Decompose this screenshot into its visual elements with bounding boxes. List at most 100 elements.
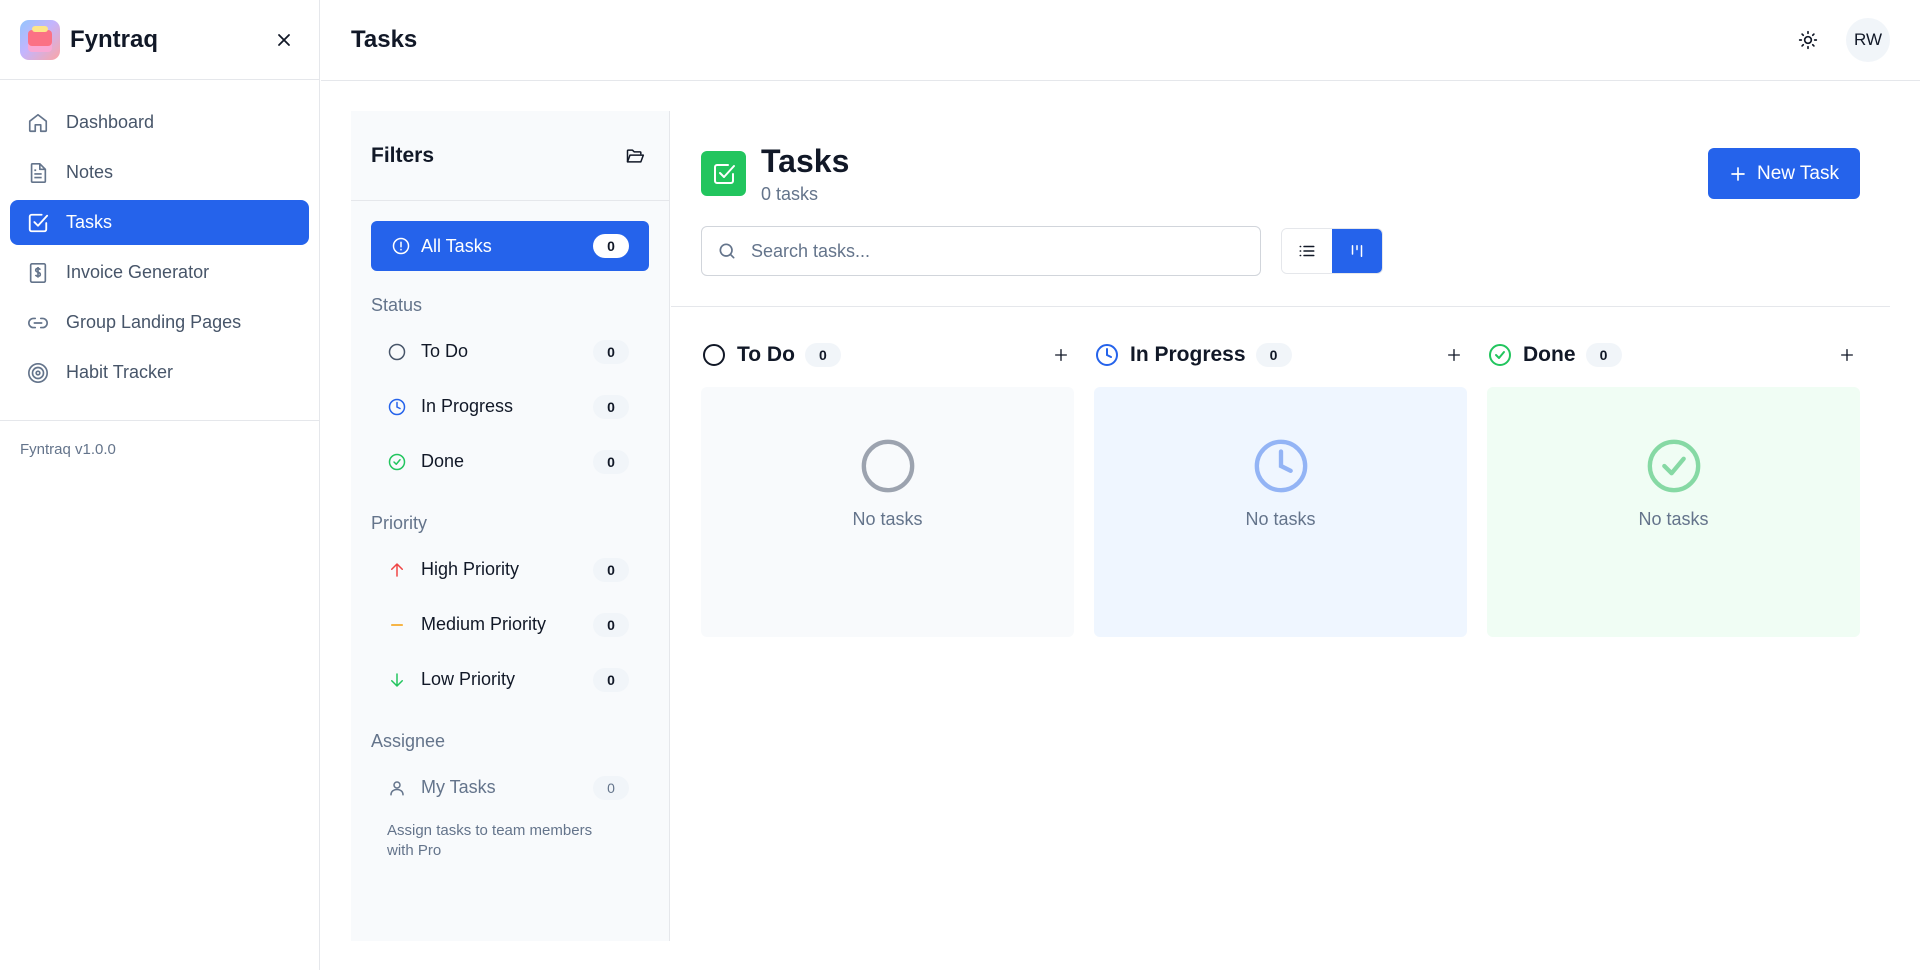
filter-count: 0: [593, 667, 629, 692]
sidebar: Fyntraq Dashboard Notes Tasks Invoice Ge…: [0, 0, 320, 970]
column-count: 0: [804, 343, 841, 367]
sun-icon: [1798, 30, 1818, 50]
add-task-done-button[interactable]: [1834, 342, 1860, 368]
filter-all-tasks[interactable]: All Tasks 0: [371, 221, 649, 271]
app-logo: [20, 19, 60, 60]
sidebar-item-tasks[interactable]: Tasks: [10, 200, 309, 245]
column-todo: To Do 0 No tasks: [701, 337, 1074, 637]
tasks-header-icon: [701, 151, 746, 196]
plus-icon: [1448, 349, 1460, 361]
filter-priority-high[interactable]: High Priority 0: [371, 542, 649, 597]
column-header: Done 0: [1487, 337, 1860, 373]
empty-state-text: No tasks: [1638, 509, 1709, 529]
filter-status-todo[interactable]: To Do 0: [371, 324, 649, 379]
column-title: In Progress: [1130, 343, 1246, 366]
column-dropzone[interactable]: No tasks: [701, 387, 1074, 637]
sidebar-item-dashboard[interactable]: Dashboard: [10, 100, 309, 145]
search-input[interactable]: [751, 240, 1231, 262]
minus-icon: [387, 615, 407, 635]
tasks-header: Tasks 0 tasks New Task: [671, 111, 1890, 307]
target-icon: [26, 361, 50, 385]
top-bar: Tasks RW: [321, 0, 1920, 81]
circle-icon: [701, 342, 727, 368]
check-circle-icon: [1647, 439, 1700, 493]
empty-state-text: No tasks: [1245, 509, 1316, 529]
circle-icon: [861, 439, 914, 493]
filter-label: Done: [421, 451, 465, 471]
plus-icon: [1055, 349, 1067, 361]
sidebar-item-label: Tasks: [66, 212, 113, 232]
pro-upsell-note: Assign tasks to team members with Pro: [387, 822, 593, 859]
user-icon: [387, 778, 407, 798]
filters-header: Filters: [351, 111, 669, 201]
filter-priority-low[interactable]: Low Priority 0: [371, 652, 649, 707]
filters-title: Filters: [371, 143, 435, 167]
close-icon: [278, 33, 290, 46]
sidebar-item-label: Group Landing Pages: [66, 312, 242, 332]
column-dropzone[interactable]: No tasks: [1487, 387, 1860, 637]
view-toggle: [1281, 228, 1383, 274]
theme-toggle-button[interactable]: [1790, 22, 1826, 58]
filters-panel: Filters All Tasks 0 Status To Do 0 In Pr…: [351, 111, 670, 941]
filter-label: Medium Priority: [421, 614, 547, 634]
tasks-main: Tasks 0 tasks New Task To Do 0: [671, 111, 1890, 637]
check-circle-icon: [387, 452, 407, 472]
filter-count: 0: [593, 612, 629, 637]
assignee-section-label: Assignee: [371, 731, 446, 751]
tasks-count-subtitle: 0 tasks: [761, 184, 819, 204]
sidebar-item-habit-tracker[interactable]: Habit Tracker: [10, 350, 309, 395]
sidebar-item-label: Dashboard: [66, 112, 155, 132]
filter-label: In Progress: [421, 396, 514, 416]
column-dropzone[interactable]: No tasks: [1094, 387, 1467, 637]
filter-priority-medium[interactable]: Medium Priority 0: [371, 597, 649, 652]
plus-icon: [1841, 349, 1853, 361]
tasks-title: Tasks: [761, 143, 850, 179]
filter-count: 0: [593, 394, 629, 419]
new-task-label: New Task: [1756, 162, 1839, 184]
sidebar-item-invoice-generator[interactable]: Invoice Generator: [10, 250, 309, 295]
clock-icon: [1094, 342, 1120, 368]
checkbox-icon: [26, 211, 50, 235]
status-section-label: Status: [371, 295, 423, 315]
arrow-down-icon: [387, 670, 407, 690]
column-count: 0: [1585, 343, 1622, 367]
alert-circle-icon: [391, 236, 411, 256]
filter-label: My Tasks: [421, 777, 496, 797]
sidebar-item-group-landing-pages[interactable]: Group Landing Pages: [10, 300, 309, 345]
filter-label: To Do: [421, 341, 469, 361]
new-task-button[interactable]: New Task: [1708, 148, 1860, 199]
column-title: Done: [1523, 343, 1576, 366]
link-icon: [26, 311, 50, 335]
column-header: In Progress 0: [1094, 337, 1467, 373]
close-sidebar-button[interactable]: [269, 25, 299, 55]
filter-my-tasks[interactable]: My Tasks 0: [371, 760, 649, 815]
filter-status-done[interactable]: Done 0: [371, 434, 649, 489]
circle-icon: [387, 342, 407, 362]
list-icon: [1299, 245, 1315, 257]
search-icon: [719, 243, 735, 259]
column-in-progress: In Progress 0 No tasks: [1094, 337, 1467, 637]
kanban-board: To Do 0 No tasks In Progress 0 No tasks: [671, 307, 1890, 637]
filter-count: 0: [593, 557, 629, 582]
sidebar-header: Fyntraq: [0, 0, 319, 80]
filter-status-in-progress[interactable]: In Progress 0: [371, 379, 649, 434]
clock-icon: [387, 397, 407, 417]
add-task-in-progress-button[interactable]: [1441, 342, 1467, 368]
page-title: Tasks: [351, 26, 418, 53]
board-view-button[interactable]: [1331, 229, 1382, 273]
filter-count: 0: [593, 775, 629, 800]
saved-filters-button[interactable]: [621, 142, 649, 170]
avatar[interactable]: RW: [1846, 18, 1890, 62]
filter-count: 0: [593, 234, 629, 258]
kanban-icon: [1351, 245, 1362, 257]
arrow-up-icon: [387, 560, 407, 580]
column-header: To Do 0: [701, 337, 1074, 373]
list-view-button[interactable]: [1282, 229, 1332, 273]
sidebar-item-notes[interactable]: Notes: [10, 150, 309, 195]
app-version: Fyntraq v1.0.0: [20, 441, 116, 458]
search-box: [701, 226, 1261, 276]
sidebar-nav: Dashboard Notes Tasks Invoice Generator …: [0, 80, 319, 421]
add-task-todo-button[interactable]: [1048, 342, 1074, 368]
priority-section-label: Priority: [371, 513, 428, 533]
empty-state-text: No tasks: [852, 509, 923, 529]
